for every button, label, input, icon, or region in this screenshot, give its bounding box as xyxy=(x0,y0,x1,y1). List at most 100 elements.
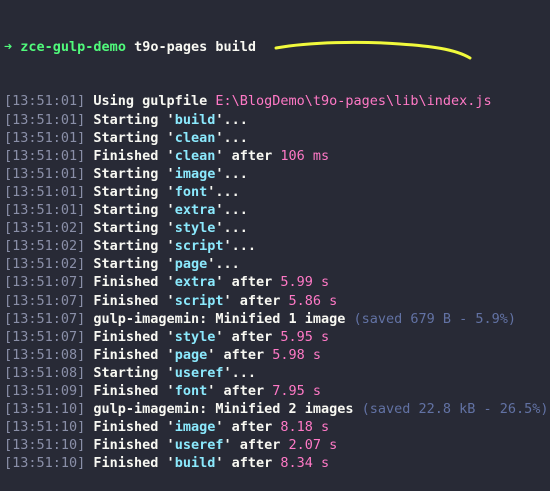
log-timestamp: [13:51:01] xyxy=(4,202,86,219)
log-gulpfile-path: E:\BlogDemo\t9o-pages\lib\index.js xyxy=(215,93,492,110)
log-timestamp: [13:51:02] xyxy=(4,256,86,273)
log-duration: 7.95 s xyxy=(272,382,322,399)
terminal-window[interactable]: ➜ zce-gulp-demo t9o-pages build [13:51:0… xyxy=(0,0,550,471)
log-task-name: style xyxy=(174,328,216,345)
log-task-name: script xyxy=(174,238,224,255)
log-text: Finished ' xyxy=(85,328,175,345)
log-task-name: font xyxy=(174,382,208,399)
log-text: Finished ' xyxy=(85,382,175,399)
log-task-name: clean xyxy=(174,147,216,164)
log-text: Starting ' xyxy=(85,256,175,273)
log-duration: 8.34 s xyxy=(280,455,330,472)
log-text: Finished ' xyxy=(85,437,175,454)
log-timestamp: [13:51:10] xyxy=(4,419,86,436)
log-timestamp: [13:51:01] xyxy=(4,165,86,182)
log-text-suffix: ' after xyxy=(215,147,281,164)
log-line: [13:51:01] Starting 'clean'... xyxy=(4,129,550,147)
log-text: Finished ' xyxy=(85,292,175,309)
log-text: gulp-imagemin: Minified 2 images xyxy=(85,401,362,418)
log-text: Starting ' xyxy=(85,111,175,128)
log-task-name: script xyxy=(174,292,224,309)
log-text-suffix: '... xyxy=(207,183,240,200)
log-duration: 8.18 s xyxy=(280,419,330,436)
log-text: Finished ' xyxy=(85,455,175,472)
log-text-suffix: '... xyxy=(215,202,248,219)
log-text: Starting ' xyxy=(85,165,175,182)
log-timestamp: [13:51:01] xyxy=(4,183,86,200)
log-line: [13:51:08] Starting 'useref'... xyxy=(4,364,550,382)
log-timestamp: [13:51:01] xyxy=(4,129,86,146)
log-task-name: image xyxy=(174,165,216,182)
log-line: [13:51:07] gulp-imagemin: Minified 1 ima… xyxy=(4,310,550,328)
log-timestamp: [13:51:07] xyxy=(4,274,86,291)
log-text: gulp-imagemin: Minified 1 image xyxy=(85,310,354,327)
prompt-command: t9o-pages build xyxy=(134,39,257,56)
log-timestamp: [13:51:07] xyxy=(4,328,86,345)
log-timestamp: [13:51:02] xyxy=(4,220,86,237)
log-line: [13:51:07] Finished 'extra' after 5.99 s xyxy=(4,273,550,291)
log-text-suffix: '... xyxy=(215,165,248,182)
log-text: Finished ' xyxy=(85,274,175,291)
log-task-name: image xyxy=(174,419,216,436)
log-timestamp: [13:51:08] xyxy=(4,346,86,363)
log-text: Using gulpfile xyxy=(85,93,216,110)
log-text-suffix: ' after xyxy=(215,455,281,472)
log-line: [13:51:01] Using gulpfile E:\BlogDemo\t9… xyxy=(4,92,550,110)
log-line: [13:51:02] Starting 'script'... xyxy=(4,237,550,255)
prompt-arrow-icon: ➜ xyxy=(4,39,13,56)
log-task-name: useref xyxy=(174,437,224,454)
log-line: [13:51:01] Starting 'extra'... xyxy=(4,201,550,219)
log-text-suffix: '... xyxy=(215,129,248,146)
log-text-suffix: '... xyxy=(215,220,248,237)
log-task-name: clean xyxy=(174,129,216,146)
log-timestamp: [13:51:09] xyxy=(4,382,86,399)
log-text: Finished ' xyxy=(85,147,175,164)
prompt-directory: zce-gulp-demo xyxy=(20,39,126,56)
log-text-suffix: ' after xyxy=(215,328,281,345)
log-line: [13:51:10] gulp-imagemin: Minified 2 ima… xyxy=(4,400,550,418)
log-text: Starting ' xyxy=(85,364,175,381)
log-line: [13:51:10] Finished 'useref' after 2.07 … xyxy=(4,436,550,454)
log-timestamp: [13:51:01] xyxy=(4,93,86,110)
log-line: [13:51:09] Finished 'font' after 7.95 s xyxy=(4,382,550,400)
log-timestamp: [13:51:01] xyxy=(4,147,86,164)
log-text: Starting ' xyxy=(85,238,175,255)
log-line: [13:51:10] Finished 'image' after 8.18 s xyxy=(4,418,550,436)
log-text: Starting ' xyxy=(85,129,175,146)
log-saved-info: (saved 679 B - 5.9%) xyxy=(353,310,517,327)
log-line: [13:51:02] Starting 'style'... xyxy=(4,219,550,237)
log-line: [13:51:01] Finished 'clean' after 106 ms xyxy=(4,147,550,165)
log-timestamp: [13:51:07] xyxy=(4,310,86,327)
log-line: [13:51:10] Finished 'build' after 8.34 s xyxy=(4,454,550,472)
log-line: [13:51:01] Starting 'image'... xyxy=(4,165,550,183)
log-duration: 106 ms xyxy=(280,147,330,164)
log-timestamp: [13:51:08] xyxy=(4,364,86,381)
log-timestamp: [13:51:10] xyxy=(4,455,86,472)
log-text-suffix: '... xyxy=(223,364,256,381)
log-text: Finished ' xyxy=(85,419,175,436)
log-duration: 2.07 s xyxy=(288,437,338,454)
log-text-suffix: ' after xyxy=(215,419,281,436)
log-text-suffix: ' after xyxy=(207,346,273,363)
log-task-name: build xyxy=(174,455,216,472)
log-output: [13:51:01] Using gulpfile E:\BlogDemo\t9… xyxy=(4,92,550,472)
log-text-suffix: '... xyxy=(223,238,256,255)
log-task-name: font xyxy=(174,183,208,200)
log-line: [13:51:01] Starting 'font'... xyxy=(4,183,550,201)
log-text: Starting ' xyxy=(85,202,175,219)
log-line: [13:51:07] Finished 'script' after 5.86 … xyxy=(4,292,550,310)
log-task-name: useref xyxy=(174,364,224,381)
log-duration: 5.95 s xyxy=(280,328,330,345)
log-line: [13:51:07] Finished 'style' after 5.95 s xyxy=(4,328,550,346)
log-timestamp: [13:51:01] xyxy=(4,111,86,128)
log-task-name: page xyxy=(174,346,208,363)
log-text: Finished ' xyxy=(85,346,175,363)
log-timestamp: [13:51:02] xyxy=(4,238,86,255)
log-line: [13:51:01] Starting 'build'... xyxy=(4,111,550,129)
log-task-name: style xyxy=(174,220,216,237)
log-text-suffix: ' after xyxy=(223,437,289,454)
log-task-name: extra xyxy=(174,202,216,219)
log-text: Starting ' xyxy=(85,183,175,200)
log-task-name: page xyxy=(174,256,208,273)
log-duration: 5.99 s xyxy=(280,274,330,291)
